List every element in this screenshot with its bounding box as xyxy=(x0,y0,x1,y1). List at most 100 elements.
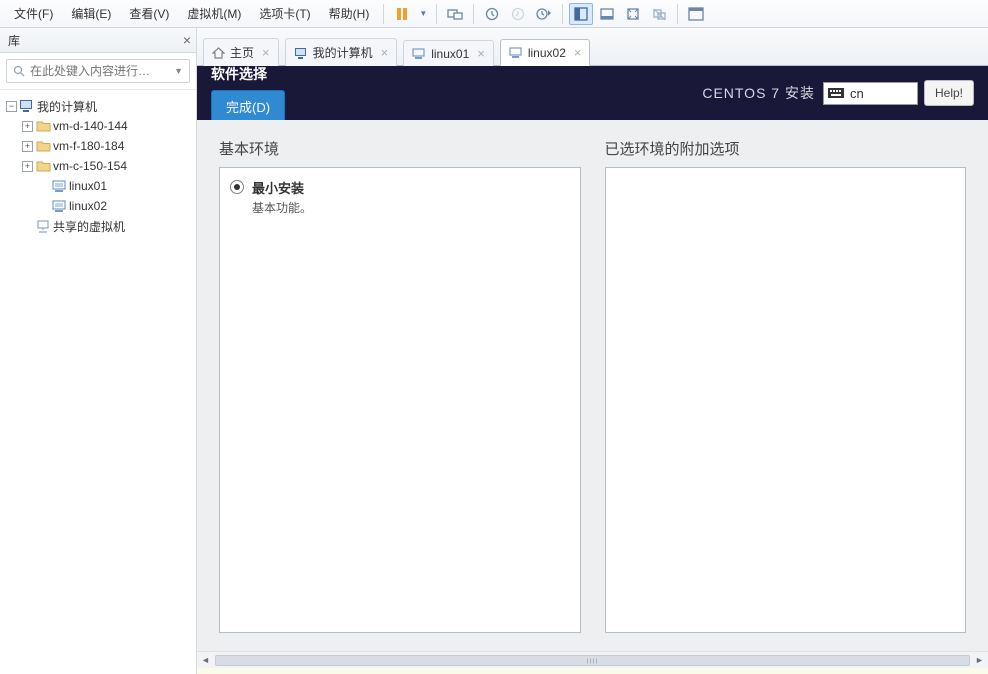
menu-edit[interactable]: 编辑(E) xyxy=(63,1,119,26)
home-icon xyxy=(212,47,225,59)
send-cad-button[interactable] xyxy=(443,3,467,25)
scroll-left-button[interactable]: ◄ xyxy=(197,652,214,669)
menu-vm[interactable]: 虚拟机(M) xyxy=(179,1,249,26)
tree-label: vm-c-150-154 xyxy=(53,159,127,173)
horizontal-scrollbar[interactable]: ◄ ► xyxy=(197,651,988,668)
tree-label: linux01 xyxy=(69,179,107,193)
thumbnail-button[interactable] xyxy=(595,3,619,25)
unity-icon xyxy=(652,7,666,21)
tab-my-computer[interactable]: 我的计算机 × xyxy=(285,38,398,66)
thumbnail-icon xyxy=(600,7,614,21)
toolbar-separator xyxy=(436,4,437,24)
keyboard-label: cn xyxy=(850,86,864,101)
fullscreen-button[interactable] xyxy=(621,3,645,25)
tree-vm-linux02[interactable]: linux02 xyxy=(2,196,194,216)
sidebar-search: ▼ xyxy=(0,53,196,90)
scroll-right-button[interactable]: ► xyxy=(971,652,988,669)
radio-selected[interactable] xyxy=(230,180,244,194)
search-box[interactable]: ▼ xyxy=(6,59,190,83)
tab-close-button[interactable]: × xyxy=(477,46,485,61)
tab-label: 我的计算机 xyxy=(313,44,373,61)
help-button[interactable]: Help! xyxy=(924,80,974,106)
console-icon xyxy=(688,7,704,21)
addons-column: 已选环境的附加选项 xyxy=(605,138,967,633)
expand-icon[interactable]: + xyxy=(22,141,33,152)
base-env-panel: 最小安装 基本功能。 xyxy=(219,167,581,633)
toolbar-separator xyxy=(383,4,384,24)
tree-root-my-computer[interactable]: − 我的计算机 xyxy=(2,96,194,116)
devices-icon xyxy=(447,7,463,21)
monitor-icon xyxy=(19,99,35,113)
base-env-title: 基本环境 xyxy=(219,138,581,159)
pause-button[interactable] xyxy=(390,3,414,25)
menu-view[interactable]: 查看(V) xyxy=(121,1,177,26)
clock-back-icon xyxy=(511,7,525,21)
library-sidebar: 库 × ▼ − 我的计算机 + vm-d-140-144 + xyxy=(0,28,197,674)
dropdown-button[interactable]: ▼ xyxy=(416,3,430,25)
manage-snapshot-button[interactable] xyxy=(532,3,556,25)
search-input[interactable] xyxy=(30,64,169,78)
tree-vm-linux01[interactable]: linux01 xyxy=(2,176,194,196)
tab-home[interactable]: 主页 × xyxy=(203,38,279,66)
folder-icon xyxy=(35,119,51,133)
tab-linux02[interactable]: linux02 × xyxy=(500,39,591,66)
tab-linux01[interactable]: linux01 × xyxy=(403,40,494,66)
sidebar-title: 库 xyxy=(8,32,20,49)
tree-label: vm-d-140-144 xyxy=(53,119,128,133)
monitor-icon xyxy=(294,47,308,59)
menu-file[interactable]: 文件(F) xyxy=(6,1,61,26)
tree-folder[interactable]: + vm-c-150-154 xyxy=(2,156,194,176)
tree-folder[interactable]: + vm-f-180-184 xyxy=(2,136,194,156)
revert-snapshot-button[interactable] xyxy=(506,3,530,25)
expand-icon[interactable]: + xyxy=(22,161,33,172)
spacer xyxy=(38,181,49,192)
clock-manage-icon xyxy=(536,7,552,21)
vm-icon xyxy=(51,199,67,213)
console-view-button[interactable] xyxy=(684,3,708,25)
tab-bar: 主页 × 我的计算机 × linux01 × linux02 × xyxy=(197,28,988,66)
tab-close-button[interactable]: × xyxy=(381,45,389,60)
unity-button[interactable] xyxy=(647,3,671,25)
library-tree: − 我的计算机 + vm-d-140-144 + vm-f-180-184 + … xyxy=(0,90,196,674)
tree-label: 共享的虚拟机 xyxy=(53,218,125,235)
keyboard-selector[interactable]: cn xyxy=(823,82,918,105)
main-area: 库 × ▼ − 我的计算机 + vm-d-140-144 + xyxy=(0,28,988,674)
tree-label: 我的计算机 xyxy=(37,98,97,115)
sidebar-icon xyxy=(574,7,588,21)
pause-icon xyxy=(395,7,409,21)
vm-icon xyxy=(509,47,523,59)
menu-bar: 文件(F) 编辑(E) 查看(V) 虚拟机(M) 选项卡(T) 帮助(H) ▼ xyxy=(0,0,988,28)
sidebar-close-button[interactable]: × xyxy=(183,32,191,48)
installer-page-title: 软件选择 xyxy=(211,66,285,84)
expand-icon[interactable]: + xyxy=(22,121,33,132)
tab-label: 主页 xyxy=(230,44,254,61)
option-desc: 基本功能。 xyxy=(252,199,312,216)
fullscreen-icon xyxy=(626,7,640,21)
collapse-icon[interactable]: − xyxy=(6,101,17,112)
tab-label: linux01 xyxy=(431,47,469,61)
snapshot-button[interactable] xyxy=(480,3,504,25)
toolbar-separator xyxy=(677,4,678,24)
sidebar-header: 库 × xyxy=(0,28,196,53)
done-button[interactable]: 完成(D) xyxy=(211,90,285,123)
folder-icon xyxy=(35,139,51,153)
toolbar-separator xyxy=(562,4,563,24)
tab-close-button[interactable]: × xyxy=(262,45,270,60)
tree-folder[interactable]: + vm-d-140-144 xyxy=(2,116,194,136)
installer-header: 软件选择 完成(D) CENTOS 7 安装 cn Help! xyxy=(197,66,988,120)
scroll-thumb[interactable] xyxy=(215,655,970,666)
shared-icon xyxy=(35,219,51,233)
menu-tabs[interactable]: 选项卡(T) xyxy=(251,1,318,26)
right-panel: 主页 × 我的计算机 × linux01 × linux02 × xyxy=(197,28,988,674)
menu-help[interactable]: 帮助(H) xyxy=(321,1,378,26)
vm-icon xyxy=(51,179,67,193)
installer-body: 基本环境 最小安装 基本功能。 已选环境的附加 xyxy=(197,120,988,651)
env-option-minimal[interactable]: 最小安装 基本功能。 xyxy=(230,178,570,216)
tree-label: linux02 xyxy=(69,199,107,213)
search-dropdown-icon[interactable]: ▼ xyxy=(174,66,183,76)
spacer xyxy=(22,221,33,232)
tab-close-button[interactable]: × xyxy=(574,45,582,60)
tree-shared-vms[interactable]: 共享的虚拟机 xyxy=(2,216,194,236)
library-button[interactable] xyxy=(569,3,593,25)
tree-label: vm-f-180-184 xyxy=(53,139,124,153)
